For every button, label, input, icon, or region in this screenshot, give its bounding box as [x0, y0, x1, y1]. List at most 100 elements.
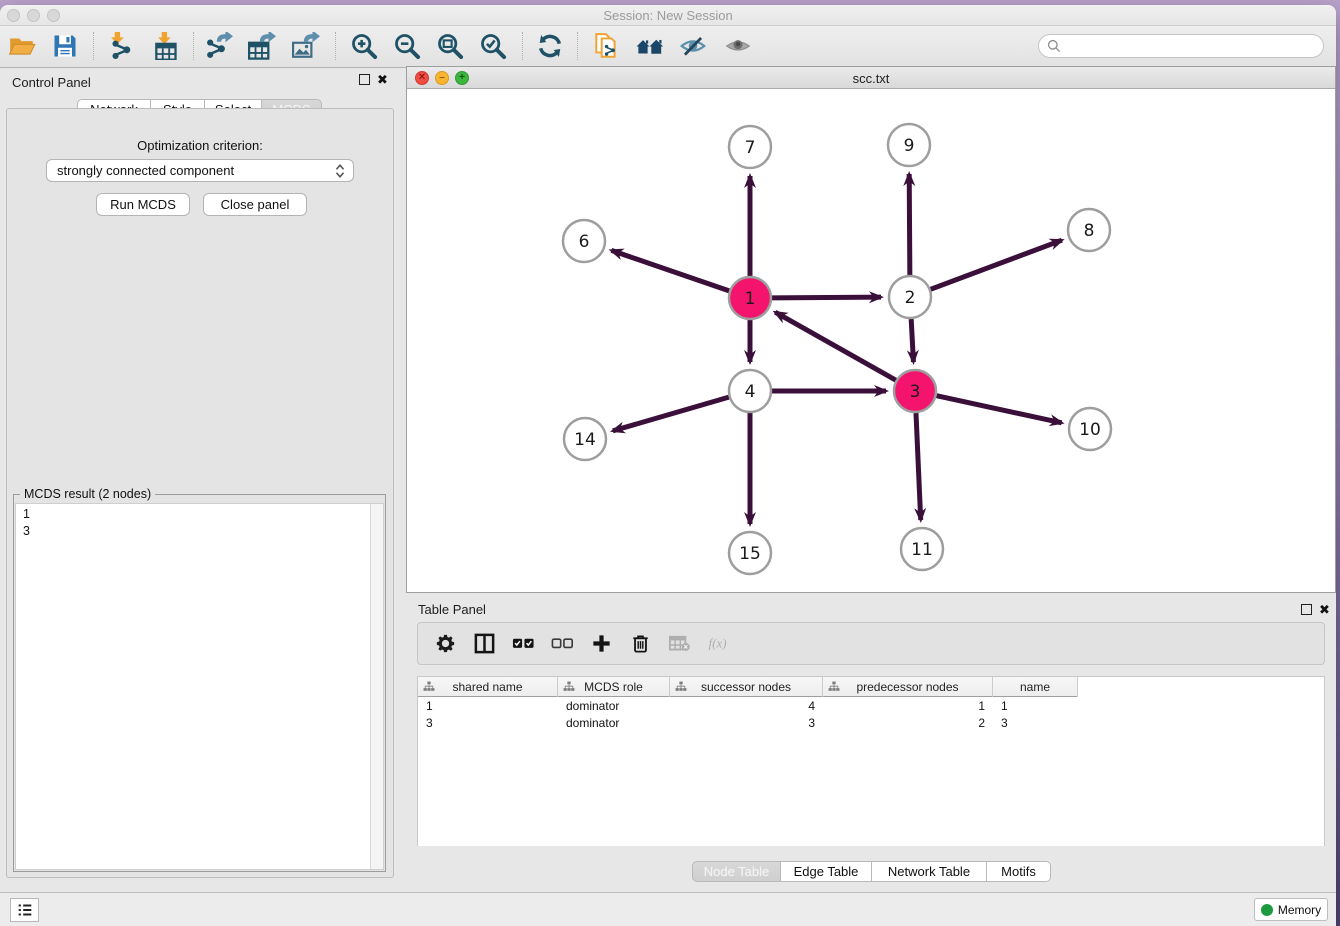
toolbar-separator [522, 32, 523, 60]
network-home-button[interactable] [636, 32, 664, 60]
close-panel-button[interactable]: Close panel [203, 193, 307, 216]
optimization-criterion-select[interactable]: strongly connected component [46, 159, 354, 182]
graph-node-4[interactable]: 4 [729, 370, 771, 412]
table-panel-buttons: ✖ [1301, 604, 1330, 615]
column-label: predecessor nodes [856, 680, 958, 694]
memory-button[interactable]: Memory [1254, 898, 1328, 921]
uncheck-pair-icon [551, 632, 574, 655]
dropdown-value: strongly connected component [57, 163, 234, 178]
column-label: MCDS role [584, 680, 643, 694]
mcds-result-values: 1 3 [23, 506, 30, 540]
save-session-button[interactable] [51, 32, 79, 60]
column-label: name [1020, 680, 1050, 694]
edge-1-2[interactable] [772, 297, 881, 298]
zoom-fit-button[interactable] [436, 32, 464, 60]
close-table-panel-icon[interactable]: ✖ [1319, 604, 1330, 615]
graph-node-2[interactable]: 2 [889, 276, 931, 318]
graph-node-15[interactable]: 15 [729, 532, 771, 574]
toolbar-separator [93, 32, 94, 60]
graph-node-8[interactable]: 8 [1068, 209, 1110, 251]
graph-node-9[interactable]: 9 [888, 124, 930, 166]
mcds-result-area[interactable]: 1 3 [15, 503, 384, 870]
table-cell: 3 [1001, 716, 1070, 730]
run-mcds-button[interactable]: Run MCDS [96, 193, 190, 216]
table-header-row: shared name MCDS role successor nodes prede… [418, 677, 1078, 697]
search-input[interactable] [1038, 34, 1324, 58]
zoom-out-button[interactable] [393, 32, 421, 60]
refresh-icon [536, 32, 564, 60]
edge-2-3[interactable] [911, 319, 913, 362]
select-all-rows-button[interactable] [512, 632, 535, 655]
graph-node-6[interactable]: 6 [563, 220, 605, 262]
table-cell: 3 [426, 716, 550, 730]
graph-node-14[interactable]: 14 [564, 418, 606, 460]
split-columns-icon [473, 632, 496, 655]
edge-3-11[interactable] [916, 413, 921, 520]
graph-node-10[interactable]: 10 [1069, 408, 1111, 450]
open-session-button[interactable] [8, 32, 36, 60]
edge-3-1[interactable] [775, 312, 896, 380]
delete-column-button[interactable] [629, 632, 652, 655]
graph-node-7[interactable]: 7 [729, 126, 771, 168]
tab-edge-table[interactable]: Edge Table [781, 861, 872, 882]
table-panel-tabs: Node TableEdge TableNetwork TableMotifs [692, 861, 1051, 882]
zoom-in-button[interactable] [350, 32, 378, 60]
deselect-all-rows-button[interactable] [551, 632, 574, 655]
edge-2-8[interactable] [931, 240, 1062, 289]
edge-1-6[interactable] [611, 250, 729, 290]
graph-node-1[interactable]: 1 [729, 277, 771, 319]
svg-text:11: 11 [911, 540, 933, 560]
svg-text:8: 8 [1084, 221, 1095, 241]
plus-icon [590, 632, 613, 655]
graph-node-11[interactable]: 11 [901, 528, 943, 570]
optimization-criterion-label: Optimization criterion: [7, 138, 393, 153]
zoom-selected-button[interactable] [479, 32, 507, 60]
zoom-fit-icon [436, 32, 464, 60]
show-all-button[interactable] [724, 32, 752, 60]
column-header-shared-name[interactable]: shared name [418, 677, 558, 697]
float-panel-icon[interactable] [359, 74, 370, 85]
mcds-result-box: MCDS result (2 nodes) 1 3 [13, 494, 386, 872]
network-graph: 7 9 6 8 1 2 4 3 14 10 15 11 [407, 89, 1335, 592]
table-cell: 1 [1001, 699, 1070, 713]
export-image-button[interactable] [292, 32, 320, 60]
first-neighbors-button[interactable] [592, 32, 620, 60]
toggle-column-pane-button[interactable] [473, 632, 496, 655]
tab-motifs[interactable]: Motifs [987, 861, 1051, 882]
table-cell: dominator [566, 699, 662, 713]
column-header-MCDS-role[interactable]: MCDS role [558, 677, 670, 697]
table-row[interactable]: 1dominator411 [418, 698, 1078, 715]
add-column-button[interactable] [590, 632, 613, 655]
import-table-button[interactable] [152, 32, 180, 60]
column-header-successor-nodes[interactable]: successor nodes [670, 677, 823, 697]
column-label: shared name [452, 680, 522, 694]
column-header-name[interactable]: name [993, 677, 1078, 697]
export-network-button[interactable] [205, 32, 233, 60]
svg-text:14: 14 [574, 430, 596, 450]
export-table-button[interactable] [248, 32, 276, 60]
edge-2-9[interactable] [909, 174, 910, 275]
float-table-panel-icon[interactable] [1301, 604, 1312, 615]
import-network-button[interactable] [105, 32, 133, 60]
tab-network-table[interactable]: Network Table [872, 861, 987, 882]
memory-label: Memory [1278, 903, 1321, 917]
task-history-button[interactable] [10, 898, 39, 922]
table-settings-button[interactable] [434, 632, 457, 655]
svg-text:f(x): f(x) [709, 635, 727, 650]
network-canvas[interactable]: 7 9 6 8 1 2 4 3 14 10 15 11 [407, 89, 1335, 592]
save-icon [51, 32, 79, 60]
svg-text:1: 1 [745, 289, 756, 309]
edge-3-10[interactable] [936, 396, 1061, 423]
table-row[interactable]: 3dominator323 [418, 715, 1078, 732]
toolbar-separator [577, 32, 578, 60]
column-header-predecessor-nodes[interactable]: predecessor nodes [823, 677, 993, 697]
graph-node-3[interactable]: 3 [894, 370, 936, 412]
edge-4-14[interactable] [613, 397, 729, 431]
close-panel-icon[interactable]: ✖ [377, 74, 388, 85]
hide-selected-button[interactable] [679, 32, 707, 60]
eye-slash-icon [679, 32, 707, 60]
network-frame-titlebar[interactable]: ✕ – + scc.txt [407, 67, 1335, 89]
result-scrollbar[interactable] [370, 504, 383, 869]
apply-layout-button[interactable] [536, 32, 564, 60]
tab-node-table[interactable]: Node Table [692, 861, 781, 882]
